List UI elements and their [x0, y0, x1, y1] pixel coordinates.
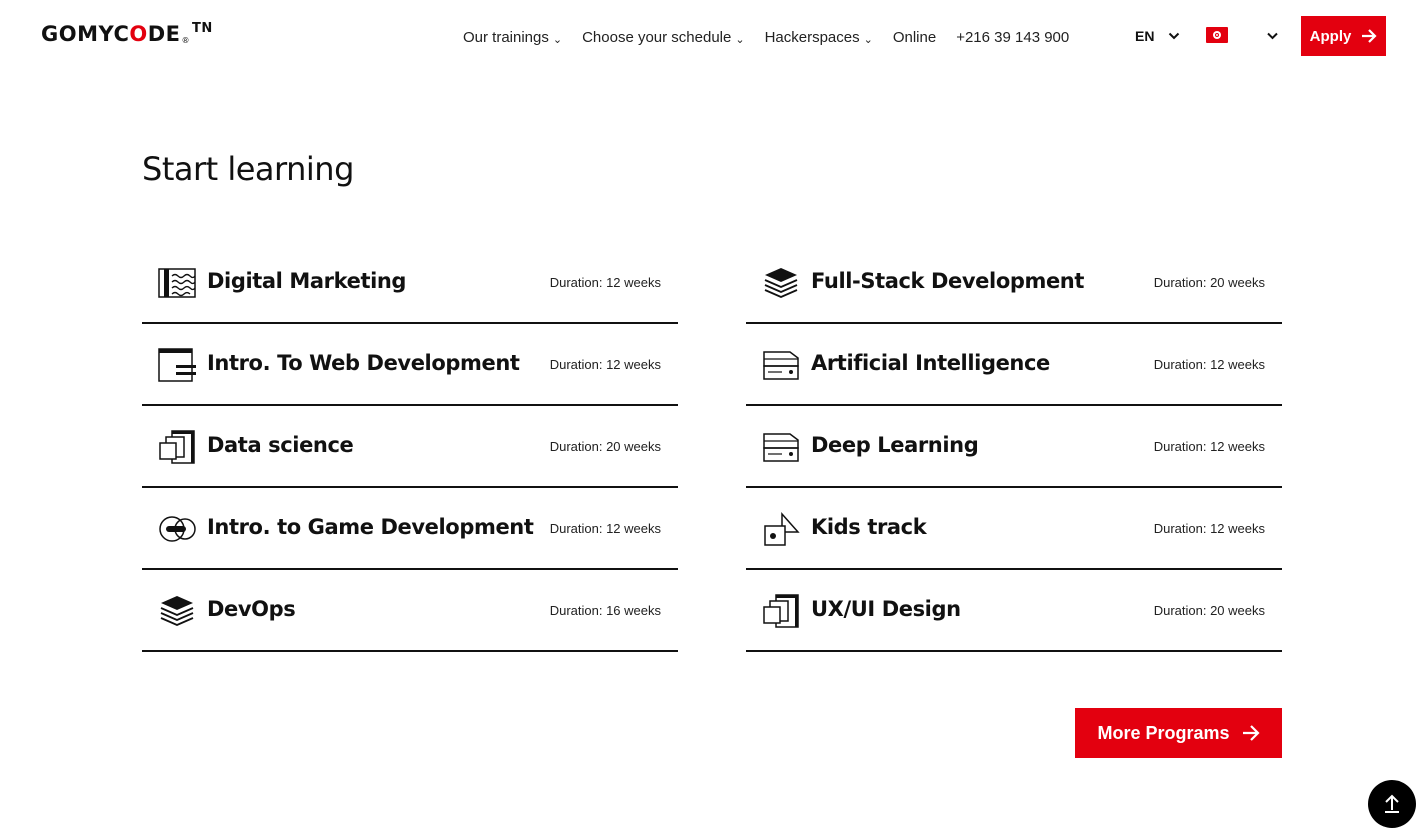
- chevron-down-icon[interactable]: [1266, 30, 1279, 42]
- program-name: Intro. To Web Development: [207, 351, 520, 375]
- logo-text-o: O: [129, 22, 148, 46]
- program-kids-track[interactable]: Kids track Duration: 12 weeks: [746, 488, 1282, 570]
- stacked-squares-icon: [763, 594, 799, 628]
- chevron-down-icon: ⌄: [552, 33, 563, 46]
- arrow-up-icon: [1385, 794, 1399, 813]
- program-name: Full-Stack Development: [811, 269, 1084, 293]
- nav-phone-link[interactable]: +216 39 143 900: [956, 29, 1069, 46]
- nav-label: +216 39 143 900: [956, 29, 1070, 46]
- program-duration: Duration: 12 weeks: [1153, 521, 1265, 536]
- program-name: UX/UI Design: [811, 597, 961, 621]
- main-nav: Our trainings ⌄ Choose your schedule ⌄ H…: [463, 29, 1069, 46]
- chevron-down-icon: ⌄: [735, 33, 745, 46]
- apply-button[interactable]: Apply: [1301, 16, 1386, 56]
- nav-online[interactable]: Online: [893, 29, 936, 46]
- logo-registered: ®: [181, 36, 190, 45]
- language-selector[interactable]: EN: [1135, 28, 1180, 44]
- site-header: GOMYC O DE ® TN Our trainings ⌄ Choose your …: [0, 0, 1423, 72]
- program-intro-web-development[interactable]: Intro. To Web Development Duration: 12 w…: [142, 324, 678, 406]
- program-deep-learning[interactable]: Deep Learning Duration: 12 weeks: [746, 406, 1282, 488]
- more-programs-button[interactable]: More Programs: [1075, 708, 1282, 758]
- nav-label: Hackerspaces: [764, 29, 860, 46]
- stacked-squares-icon: [159, 430, 195, 464]
- scroll-to-top-button[interactable]: [1368, 780, 1416, 828]
- nav-label: Our trainings: [463, 29, 549, 46]
- language-label: EN: [1135, 28, 1155, 44]
- nav-label: Online: [892, 29, 937, 46]
- program-duration: Duration: 20 weeks: [1153, 275, 1265, 290]
- logo-text-start: GOMYC: [41, 22, 130, 46]
- program-name: Intro. to Game Development: [207, 515, 534, 539]
- program-duration: Duration: 12 weeks: [549, 357, 661, 372]
- server-icon: [763, 351, 799, 380]
- logo-text-end: DE: [147, 22, 181, 46]
- program-name: DevOps: [207, 597, 296, 621]
- apply-label: Apply: [1309, 27, 1352, 45]
- more-programs-label: More Programs: [1097, 722, 1230, 743]
- layers-icon: [764, 268, 798, 298]
- program-duration: Duration: 12 weeks: [1153, 439, 1265, 454]
- program-duration: Duration: 20 weeks: [549, 439, 661, 454]
- program-duration: Duration: 12 weeks: [549, 275, 661, 290]
- browser-window-icon: [158, 348, 196, 382]
- program-data-science[interactable]: Data science Duration: 20 weeks: [142, 406, 678, 488]
- program-ux-ui-design[interactable]: UX/UI Design Duration: 20 weeks: [746, 570, 1282, 652]
- waves-book-icon: [158, 268, 196, 298]
- nav-our-trainings[interactable]: Our trainings ⌄: [463, 29, 562, 46]
- nav-label: Choose your schedule: [582, 29, 732, 46]
- toggle-circle-icon: [159, 516, 196, 542]
- tunisia-flag-icon[interactable]: [1206, 27, 1228, 43]
- arrow-right-icon: [1242, 725, 1260, 741]
- program-name: Data science: [207, 433, 354, 457]
- arrow-right-icon: [1362, 29, 1377, 43]
- programs-column-right: Full-Stack Development Duration: 20 week…: [746, 242, 1282, 652]
- program-intro-game-development[interactable]: Intro. to Game Development Duration: 12 …: [142, 488, 678, 570]
- program-devops[interactable]: DevOps Duration: 16 weeks: [142, 570, 678, 652]
- program-duration: Duration: 12 weeks: [549, 521, 661, 536]
- program-duration: Duration: 20 weeks: [1153, 603, 1265, 618]
- programs-column-left: Digital Marketing Duration: 12 weeks Int…: [142, 242, 678, 652]
- program-artificial-intelligence[interactable]: Artificial Intelligence Duration: 12 wee…: [746, 324, 1282, 406]
- program-name: Deep Learning: [811, 433, 979, 457]
- logo[interactable]: GOMYC O DE ® TN: [41, 21, 213, 46]
- layers-icon: [160, 596, 194, 626]
- server-icon: [763, 433, 799, 462]
- program-digital-marketing[interactable]: Digital Marketing Duration: 12 weeks: [142, 242, 678, 324]
- program-duration: Duration: 12 weeks: [1153, 357, 1265, 372]
- nav-choose-schedule[interactable]: Choose your schedule ⌄: [582, 29, 744, 46]
- chevron-down-icon: [1169, 32, 1180, 40]
- program-name: Digital Marketing: [207, 269, 407, 293]
- program-name: Artificial Intelligence: [811, 351, 1050, 375]
- program-duration: Duration: 16 weeks: [549, 603, 661, 618]
- program-name: Kids track: [811, 515, 927, 539]
- program-full-stack-development[interactable]: Full-Stack Development Duration: 20 week…: [746, 242, 1282, 324]
- chevron-down-icon: ⌄: [863, 33, 873, 46]
- shapes-icon: [764, 512, 800, 546]
- nav-hackerspaces[interactable]: Hackerspaces ⌄: [765, 29, 873, 46]
- page-title: Start learning: [142, 150, 354, 188]
- logo-suffix: TN: [192, 21, 213, 36]
